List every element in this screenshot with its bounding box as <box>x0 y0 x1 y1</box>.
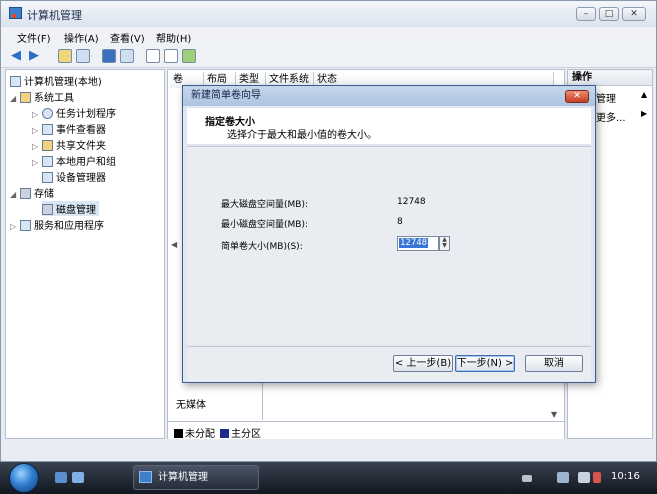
alert-icon[interactable] <box>593 472 601 483</box>
tree-item-device-manager[interactable]: 设备管理器 <box>42 169 106 184</box>
volume-size-spinner[interactable]: ▲ ▼ <box>439 236 450 251</box>
volume-size-label: 简单卷大小(MB)(S): <box>221 242 303 252</box>
dialog-close-button[interactable]: ✕ <box>565 90 589 103</box>
expand-icon[interactable]: ▷ <box>32 126 42 135</box>
primary-partition-swatch <box>220 429 229 438</box>
show-desktop-icon[interactable] <box>55 472 67 483</box>
tree-item-local-users[interactable]: ▷ 本地用户和组 <box>32 153 116 168</box>
dialog-body: 最大磁盘空间量(MB): 12748 最小磁盘空间量(MB): 8 简单卷大小(… <box>187 146 591 345</box>
network-icon[interactable] <box>557 472 569 483</box>
max-space-value: 12748 <box>397 197 426 207</box>
dialog-footer: < 上一步(B) 下一步(N) > 取消 <box>187 346 591 381</box>
computer-icon <box>10 76 21 87</box>
tree-item-services[interactable]: ▷ 服务和应用程序 <box>10 217 104 232</box>
scroll-down-icon[interactable]: ▼ <box>551 410 557 419</box>
services-icon <box>20 220 31 231</box>
keyboard-icon[interactable] <box>522 475 532 482</box>
tree-item-event-viewer[interactable]: ▷ 事件查看器 <box>32 121 106 136</box>
legend-bar: 未分配 主分区 <box>168 421 564 440</box>
legend-primary: 主分区 <box>220 425 261 440</box>
clock[interactable]: 10:16 <box>611 471 640 482</box>
tree-item-system-tools[interactable]: ◢ 系统工具 <box>10 89 74 104</box>
clock-icon <box>42 108 53 119</box>
volume-size-input[interactable]: 12748 <box>397 236 439 251</box>
switch-windows-icon[interactable] <box>72 472 84 483</box>
shared-folder-icon <box>42 140 53 151</box>
next-button[interactable]: 下一步(N) > <box>455 355 515 372</box>
disk-settings-icon[interactable] <box>182 49 196 63</box>
volume-icon[interactable] <box>578 472 590 483</box>
expand-icon[interactable]: ▷ <box>32 110 42 119</box>
tree-item-task-scheduler[interactable]: ▷ 任务计划程序 <box>32 105 116 120</box>
scroll-left-icon[interactable]: ◀ <box>171 240 177 249</box>
no-media-label: 无媒体 <box>176 400 206 411</box>
back-arrow-icon[interactable]: ◀ <box>11 48 21 63</box>
action-more[interactable]: 更多... <box>596 109 626 124</box>
menu-help[interactable]: 帮助(H) <box>156 30 191 45</box>
dialog-header: 指定卷大小 选择介于最大和最小值的卷大小。 <box>187 108 591 144</box>
users-icon <box>42 156 53 167</box>
help-icon[interactable] <box>102 49 116 63</box>
disk-management-icon <box>42 204 53 215</box>
title-bar[interactable]: 计算机管理 – □ ✕ <box>1 1 656 27</box>
menu-bar: 文件(F) 操作(A) 查看(V) 帮助(H) <box>1 27 656 45</box>
tools-icon <box>20 92 31 103</box>
minimize-button[interactable]: – <box>576 7 596 21</box>
dialog-title: 新建简单卷向导 <box>183 86 595 106</box>
max-space-label: 最大磁盘空间量(MB): <box>221 200 308 210</box>
close-button[interactable]: ✕ <box>622 7 646 21</box>
new-simple-volume-wizard: 新建简单卷向导 ✕ 指定卷大小 选择介于最大和最小值的卷大小。 最大磁盘空间量(… <box>182 85 596 383</box>
computer-management-icon <box>9 7 22 19</box>
storage-icon <box>20 188 31 199</box>
back-button[interactable]: < 上一步(B) <box>393 355 453 372</box>
tree-item-storage[interactable]: ◢ 存储 <box>10 185 54 200</box>
tree-item-disk-management[interactable]: 磁盘管理 <box>42 201 99 216</box>
actions-header: 操作 <box>568 70 652 86</box>
min-space-label: 最小磁盘空间量(MB): <box>221 220 308 230</box>
menu-view[interactable]: 查看(V) <box>110 30 145 45</box>
properties-icon[interactable] <box>120 49 134 63</box>
toolbar: ◀ ▶ <box>1 45 656 68</box>
navigation-tree: 计算机管理(本地) ◢ 系统工具 ▷ 任务计划程序 ▷ 事件查看器 ▷ 共享文件夹 ▷ 本… <box>5 69 165 439</box>
collapse-icon[interactable]: ◢ <box>10 94 20 103</box>
legend-unallocated: 未分配 <box>174 425 215 440</box>
expand-icon[interactable]: ▷ <box>32 142 42 151</box>
menu-action[interactable]: 操作(A) <box>64 30 99 45</box>
show-hide-tree-icon[interactable] <box>76 49 90 63</box>
collapse-up-icon[interactable]: ▲ <box>641 90 647 99</box>
expand-icon[interactable]: ▷ <box>10 222 20 231</box>
expand-icon[interactable]: ▷ <box>32 158 42 167</box>
unallocated-swatch <box>174 429 183 438</box>
device-manager-icon <box>42 172 53 183</box>
refresh-icon[interactable] <box>146 49 160 63</box>
submenu-arrow-icon[interactable]: ▶ <box>641 109 647 118</box>
min-space-value: 8 <box>397 217 403 227</box>
maximize-button[interactable]: □ <box>599 7 619 21</box>
menu-file[interactable]: 文件(F) <box>17 30 51 45</box>
dialog-subtitle: 选择介于最大和最小值的卷大小。 <box>227 130 377 141</box>
action-manage[interactable]: 管理 <box>596 90 616 105</box>
window-title: 计算机管理 <box>27 9 82 22</box>
spin-down-icon[interactable]: ▼ <box>440 243 449 249</box>
tree-root[interactable]: 计算机管理(本地) <box>10 73 102 88</box>
taskbar: 计算机管理 10:16 <box>0 462 657 494</box>
up-folder-icon[interactable] <box>58 49 72 63</box>
start-button[interactable] <box>9 463 39 493</box>
event-viewer-icon <box>42 124 53 135</box>
forward-arrow-icon[interactable]: ▶ <box>29 48 39 63</box>
cancel-button[interactable]: 取消 <box>525 355 583 372</box>
tree-item-shared-folders[interactable]: ▷ 共享文件夹 <box>32 137 106 152</box>
taskbar-app-icon <box>139 471 152 483</box>
export-icon[interactable] <box>164 49 178 63</box>
collapse-icon[interactable]: ◢ <box>10 190 20 199</box>
